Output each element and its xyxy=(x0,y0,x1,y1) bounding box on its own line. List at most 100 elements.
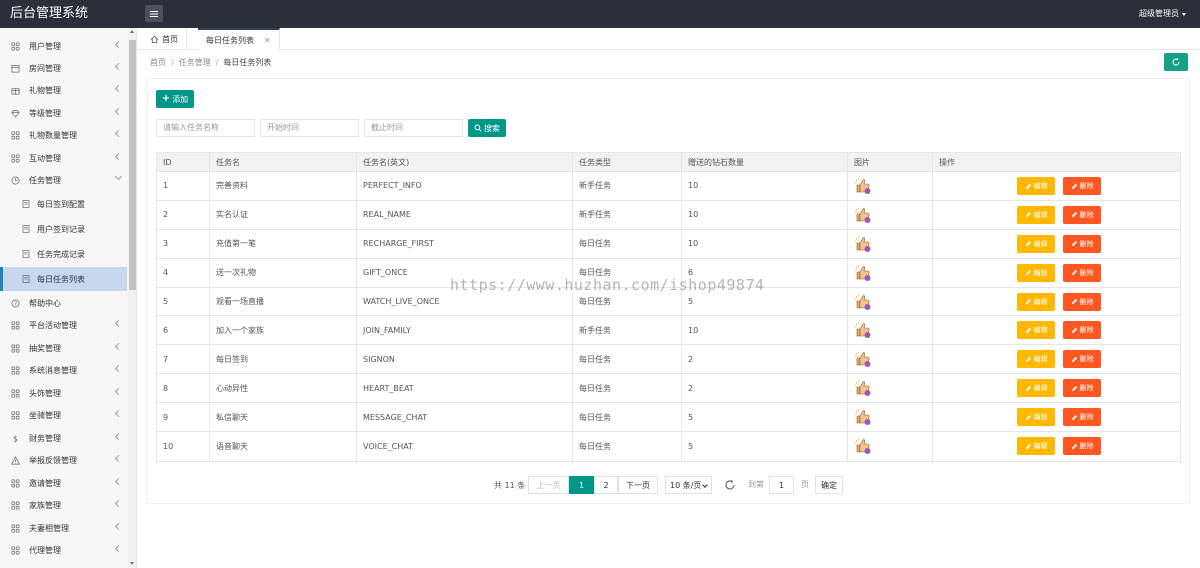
goto-confirm-button[interactable]: 确定 xyxy=(815,476,843,494)
sidebar-item-14[interactable]: $ 财务管理 xyxy=(0,427,127,449)
grid-icon xyxy=(11,524,20,533)
task-name-input[interactable]: 请输入任务名称 xyxy=(156,119,255,137)
sidebar-item-13[interactable]: 坐骑管理 xyxy=(0,404,127,426)
search-label: 搜索 xyxy=(484,123,500,133)
edit-button[interactable]: 编辑 xyxy=(1017,205,1055,224)
sidebar-item-11[interactable]: 系统消息管理 xyxy=(0,359,127,381)
sidebar-subitem-2[interactable]: 用户签到记录 xyxy=(0,217,127,241)
thumbs-up-icon[interactable] xyxy=(854,379,872,397)
breadcrumb-parent[interactable]: 任务管理 xyxy=(179,58,211,67)
cell-id: 1 xyxy=(157,172,210,200)
sidebar-item-5[interactable]: 礼物数量管理 xyxy=(0,124,127,146)
thumbs-up-icon[interactable] xyxy=(854,350,872,368)
cell-type: 新手任务 xyxy=(573,172,682,200)
sidebar-item-10[interactable]: 抽奖管理 xyxy=(0,337,127,359)
thumbs-up-icon[interactable] xyxy=(854,408,872,426)
delete-button[interactable]: 删除 xyxy=(1063,321,1101,340)
delete-button[interactable]: 删除 xyxy=(1063,292,1101,311)
sidebar-item-12[interactable]: 头饰管理 xyxy=(0,382,127,404)
edit-button[interactable]: 编辑 xyxy=(1017,177,1055,195)
sidebar-item-4[interactable]: 等级管理 xyxy=(0,102,127,124)
delete-button[interactable]: 删除 xyxy=(1063,205,1101,224)
sidebar-item-6[interactable]: 互动管理 xyxy=(0,147,127,169)
page-size-select[interactable]: 10 条/页 xyxy=(665,476,712,494)
edit-button[interactable]: 编辑 xyxy=(1017,437,1055,456)
close-icon[interactable]: ✕ xyxy=(264,36,271,45)
scroll-up-icon[interactable] xyxy=(130,30,134,33)
thumbs-up-icon[interactable] xyxy=(854,177,872,195)
delete-button[interactable]: 删除 xyxy=(1063,437,1101,456)
thumbs-up-icon[interactable] xyxy=(854,437,872,455)
scroll-thumb[interactable] xyxy=(129,40,136,290)
breadcrumb-home[interactable]: 首页 xyxy=(150,58,166,67)
sidebar-subitem-3[interactable]: 任务完成记录 xyxy=(0,242,127,266)
table-row: 8 心动异性 HEART_BEAT 每日任务 2 编辑 删除 xyxy=(157,374,1180,404)
thumbs-up-icon[interactable] xyxy=(854,321,872,339)
sidebar-subitem-4[interactable]: 每日任务列表 xyxy=(0,267,127,291)
sidebar-item-18[interactable]: 夫妻相管理 xyxy=(0,517,127,539)
edit-button[interactable]: 编辑 xyxy=(1017,263,1055,282)
user-menu[interactable]: 超级管理员 xyxy=(1139,0,1186,28)
menu-toggle-button[interactable] xyxy=(145,5,163,22)
cell-image xyxy=(848,316,933,345)
delete-button[interactable]: 删除 xyxy=(1063,263,1101,282)
next-page-button[interactable]: 下一页 xyxy=(618,476,658,494)
sidebar-item-19[interactable]: 代理管理 xyxy=(0,539,127,561)
reload-icon[interactable] xyxy=(724,479,736,491)
cell-id: 2 xyxy=(157,200,210,229)
edit-button[interactable]: 编辑 xyxy=(1017,379,1055,398)
sidebar-item-7[interactable]: 任务管理 xyxy=(0,169,127,191)
sidebar-scrollbar[interactable] xyxy=(128,28,136,568)
cell-name-en: MESSAGE_CHAT xyxy=(357,403,573,432)
thumbs-up-icon[interactable] xyxy=(854,235,872,253)
goto-page-input[interactable]: 1 xyxy=(769,476,794,494)
edit-button[interactable]: 编辑 xyxy=(1017,234,1055,253)
table-row: 2 实名认证 REAL_NAME 新手任务 10 编辑 删除 xyxy=(157,200,1180,230)
sidebar-item-8[interactable]: ? 帮助中心 xyxy=(0,292,127,314)
delete-button[interactable]: 删除 xyxy=(1063,408,1101,427)
sidebar-subitem-1[interactable]: 每日签到配置 xyxy=(0,192,127,216)
refresh-button[interactable] xyxy=(1164,53,1188,71)
thumbs-up-icon[interactable] xyxy=(854,264,872,282)
sidebar-item-16[interactable]: 邀请管理 xyxy=(0,472,127,494)
delete-button[interactable]: 删除 xyxy=(1063,379,1101,398)
cell-id: 4 xyxy=(157,258,210,287)
scroll-down-icon[interactable] xyxy=(130,562,134,565)
edit-button[interactable]: 编辑 xyxy=(1017,321,1055,340)
table-row: 6 加入一个家族 JOIN_FAMILY 新手任务 10 编辑 删除 xyxy=(157,316,1180,346)
delete-button[interactable]: 删除 xyxy=(1063,234,1101,253)
tab-home[interactable]: 首页 xyxy=(142,28,187,50)
thumbs-up-icon[interactable] xyxy=(854,206,872,224)
cell-name-en: RECHARGE_FIRST xyxy=(357,229,573,258)
sidebar-item-17[interactable]: 家族管理 xyxy=(0,494,127,516)
sidebar-item-15[interactable]: 举报反馈管理 xyxy=(0,449,127,471)
cell-diamonds: 10 xyxy=(682,316,848,345)
gift-icon xyxy=(11,86,20,95)
sidebar-item-1[interactable]: 用户管理 xyxy=(0,35,127,57)
header-id: ID xyxy=(157,153,210,171)
thumbs-up-icon[interactable] xyxy=(854,293,872,311)
delete-button[interactable]: 删除 xyxy=(1063,350,1101,369)
sidebar-item-3[interactable]: 礼物管理 xyxy=(0,79,127,101)
page-2-button[interactable]: 2 xyxy=(594,476,618,494)
sidebar-item-2[interactable]: 房间管理 xyxy=(0,57,127,79)
delete-label: 删除 xyxy=(1079,355,1094,364)
help-icon: ? xyxy=(11,299,20,308)
sidebar-item-9[interactable]: 平台活动管理 xyxy=(0,314,127,336)
grid-icon xyxy=(11,411,20,420)
tab-label: 每日任务列表 xyxy=(206,35,254,45)
edit-button[interactable]: 编辑 xyxy=(1017,408,1055,427)
tab-daily-task-list[interactable]: 每日任务列表 ✕ xyxy=(198,28,280,50)
pencil-icon xyxy=(1025,298,1034,305)
cell-name: 充值第一笔 xyxy=(210,229,357,258)
edit-button[interactable]: 编辑 xyxy=(1017,292,1055,311)
start-time-input[interactable]: 开始时间 xyxy=(260,119,359,137)
delete-button[interactable]: 删除 xyxy=(1063,177,1101,195)
chevron-left-icon xyxy=(114,129,123,138)
add-button[interactable]: + 添加 xyxy=(156,90,194,108)
search-button[interactable]: 搜索 xyxy=(468,119,506,137)
page-1-button[interactable]: 1 xyxy=(569,476,594,494)
edit-button[interactable]: 编辑 xyxy=(1017,350,1055,369)
prev-page-button[interactable]: 上一页 xyxy=(528,476,569,494)
end-time-input[interactable]: 截止时间 xyxy=(364,119,463,137)
